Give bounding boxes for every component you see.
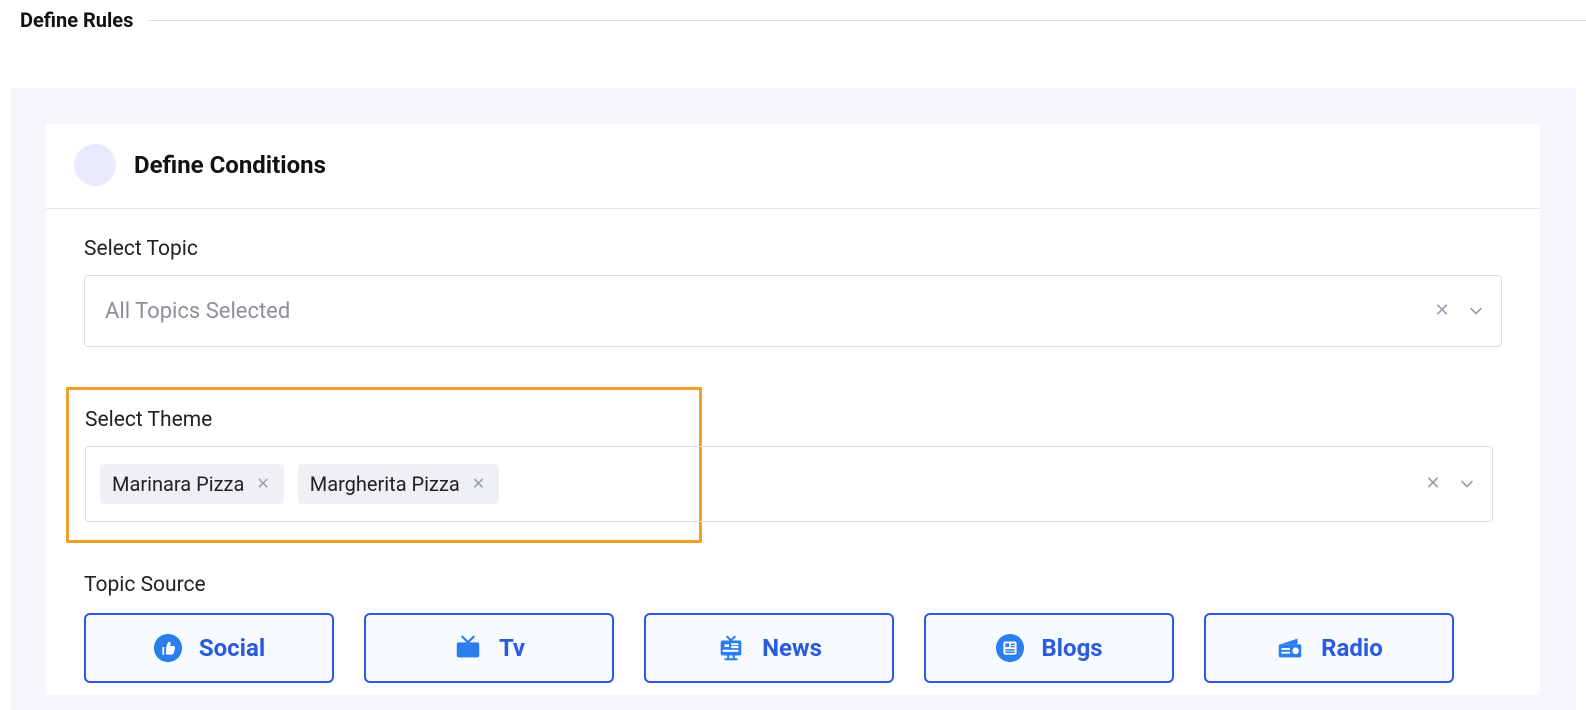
topic-select[interactable]: All Topics Selected ✕ xyxy=(84,275,1502,347)
theme-chip-label: Marinara Pizza xyxy=(112,472,244,496)
chevron-down-icon[interactable] xyxy=(1456,473,1478,495)
close-icon[interactable]: ✕ xyxy=(470,476,487,492)
card-body: Select Topic All Topics Selected ✕ Selec… xyxy=(46,209,1540,683)
theme-chip-label: Margherita Pizza xyxy=(310,472,460,496)
clear-icon[interactable]: ✕ xyxy=(1422,473,1444,495)
source-option-tv[interactable]: Tv xyxy=(364,613,614,683)
source-option-radio[interactable]: Radio xyxy=(1204,613,1454,683)
step-indicator-circle xyxy=(74,144,116,186)
topic-select-placeholder: All Topics Selected xyxy=(105,299,290,324)
source-option-label: News xyxy=(762,634,822,662)
define-conditions-card: Define Conditions Select Topic All Topic… xyxy=(46,124,1540,695)
theme-chip[interactable]: Marinara Pizza ✕ xyxy=(100,464,284,504)
source-option-social[interactable]: Social xyxy=(84,613,334,683)
topic-select-actions: ✕ xyxy=(1431,300,1487,322)
close-icon[interactable]: ✕ xyxy=(254,476,271,492)
tv-icon xyxy=(453,633,483,663)
section-legend: Define Rules xyxy=(0,6,1586,34)
legend-title: Define Rules xyxy=(0,6,149,34)
theme-chip[interactable]: Margherita Pizza ✕ xyxy=(298,464,499,504)
field-label-theme: Select Theme xyxy=(85,408,683,432)
field-label-topic: Select Topic xyxy=(84,237,1502,261)
define-rules-panel: Define Conditions Select Topic All Topic… xyxy=(10,88,1576,710)
source-option-label: Social xyxy=(199,634,265,662)
chevron-down-icon[interactable] xyxy=(1465,300,1487,322)
radio-icon xyxy=(1275,633,1305,663)
theme-field-wrapper: Select Theme Marinara Pizza✕Margherita P… xyxy=(84,387,1502,543)
theme-select-actions: ✕ xyxy=(1422,473,1478,495)
theme-select[interactable]: Marinara Pizza ✕ Margherita Pizza ✕ ✕ xyxy=(85,446,1493,522)
news-screen-icon xyxy=(716,633,746,663)
source-option-news[interactable]: News xyxy=(644,613,894,683)
source-option-label: Radio xyxy=(1321,634,1383,662)
blog-doc-icon xyxy=(995,633,1025,663)
source-button-row: Social Tv News Blogs Radio xyxy=(84,613,1502,683)
source-option-label: Blogs xyxy=(1041,634,1102,662)
callout-highlight: Select Theme Marinara Pizza✕Margherita P… xyxy=(66,387,702,543)
clear-icon[interactable]: ✕ xyxy=(1431,300,1453,322)
source-option-label: Tv xyxy=(499,634,525,662)
legend-divider xyxy=(20,20,1586,21)
card-header: Define Conditions xyxy=(46,124,1540,209)
thumbs-up-circle-icon xyxy=(153,633,183,663)
field-label-source: Topic Source xyxy=(84,573,1502,597)
source-option-blogs[interactable]: Blogs xyxy=(924,613,1174,683)
card-title: Define Conditions xyxy=(134,151,326,179)
theme-chip-row: Marinara Pizza ✕ Margherita Pizza ✕ xyxy=(100,452,499,516)
